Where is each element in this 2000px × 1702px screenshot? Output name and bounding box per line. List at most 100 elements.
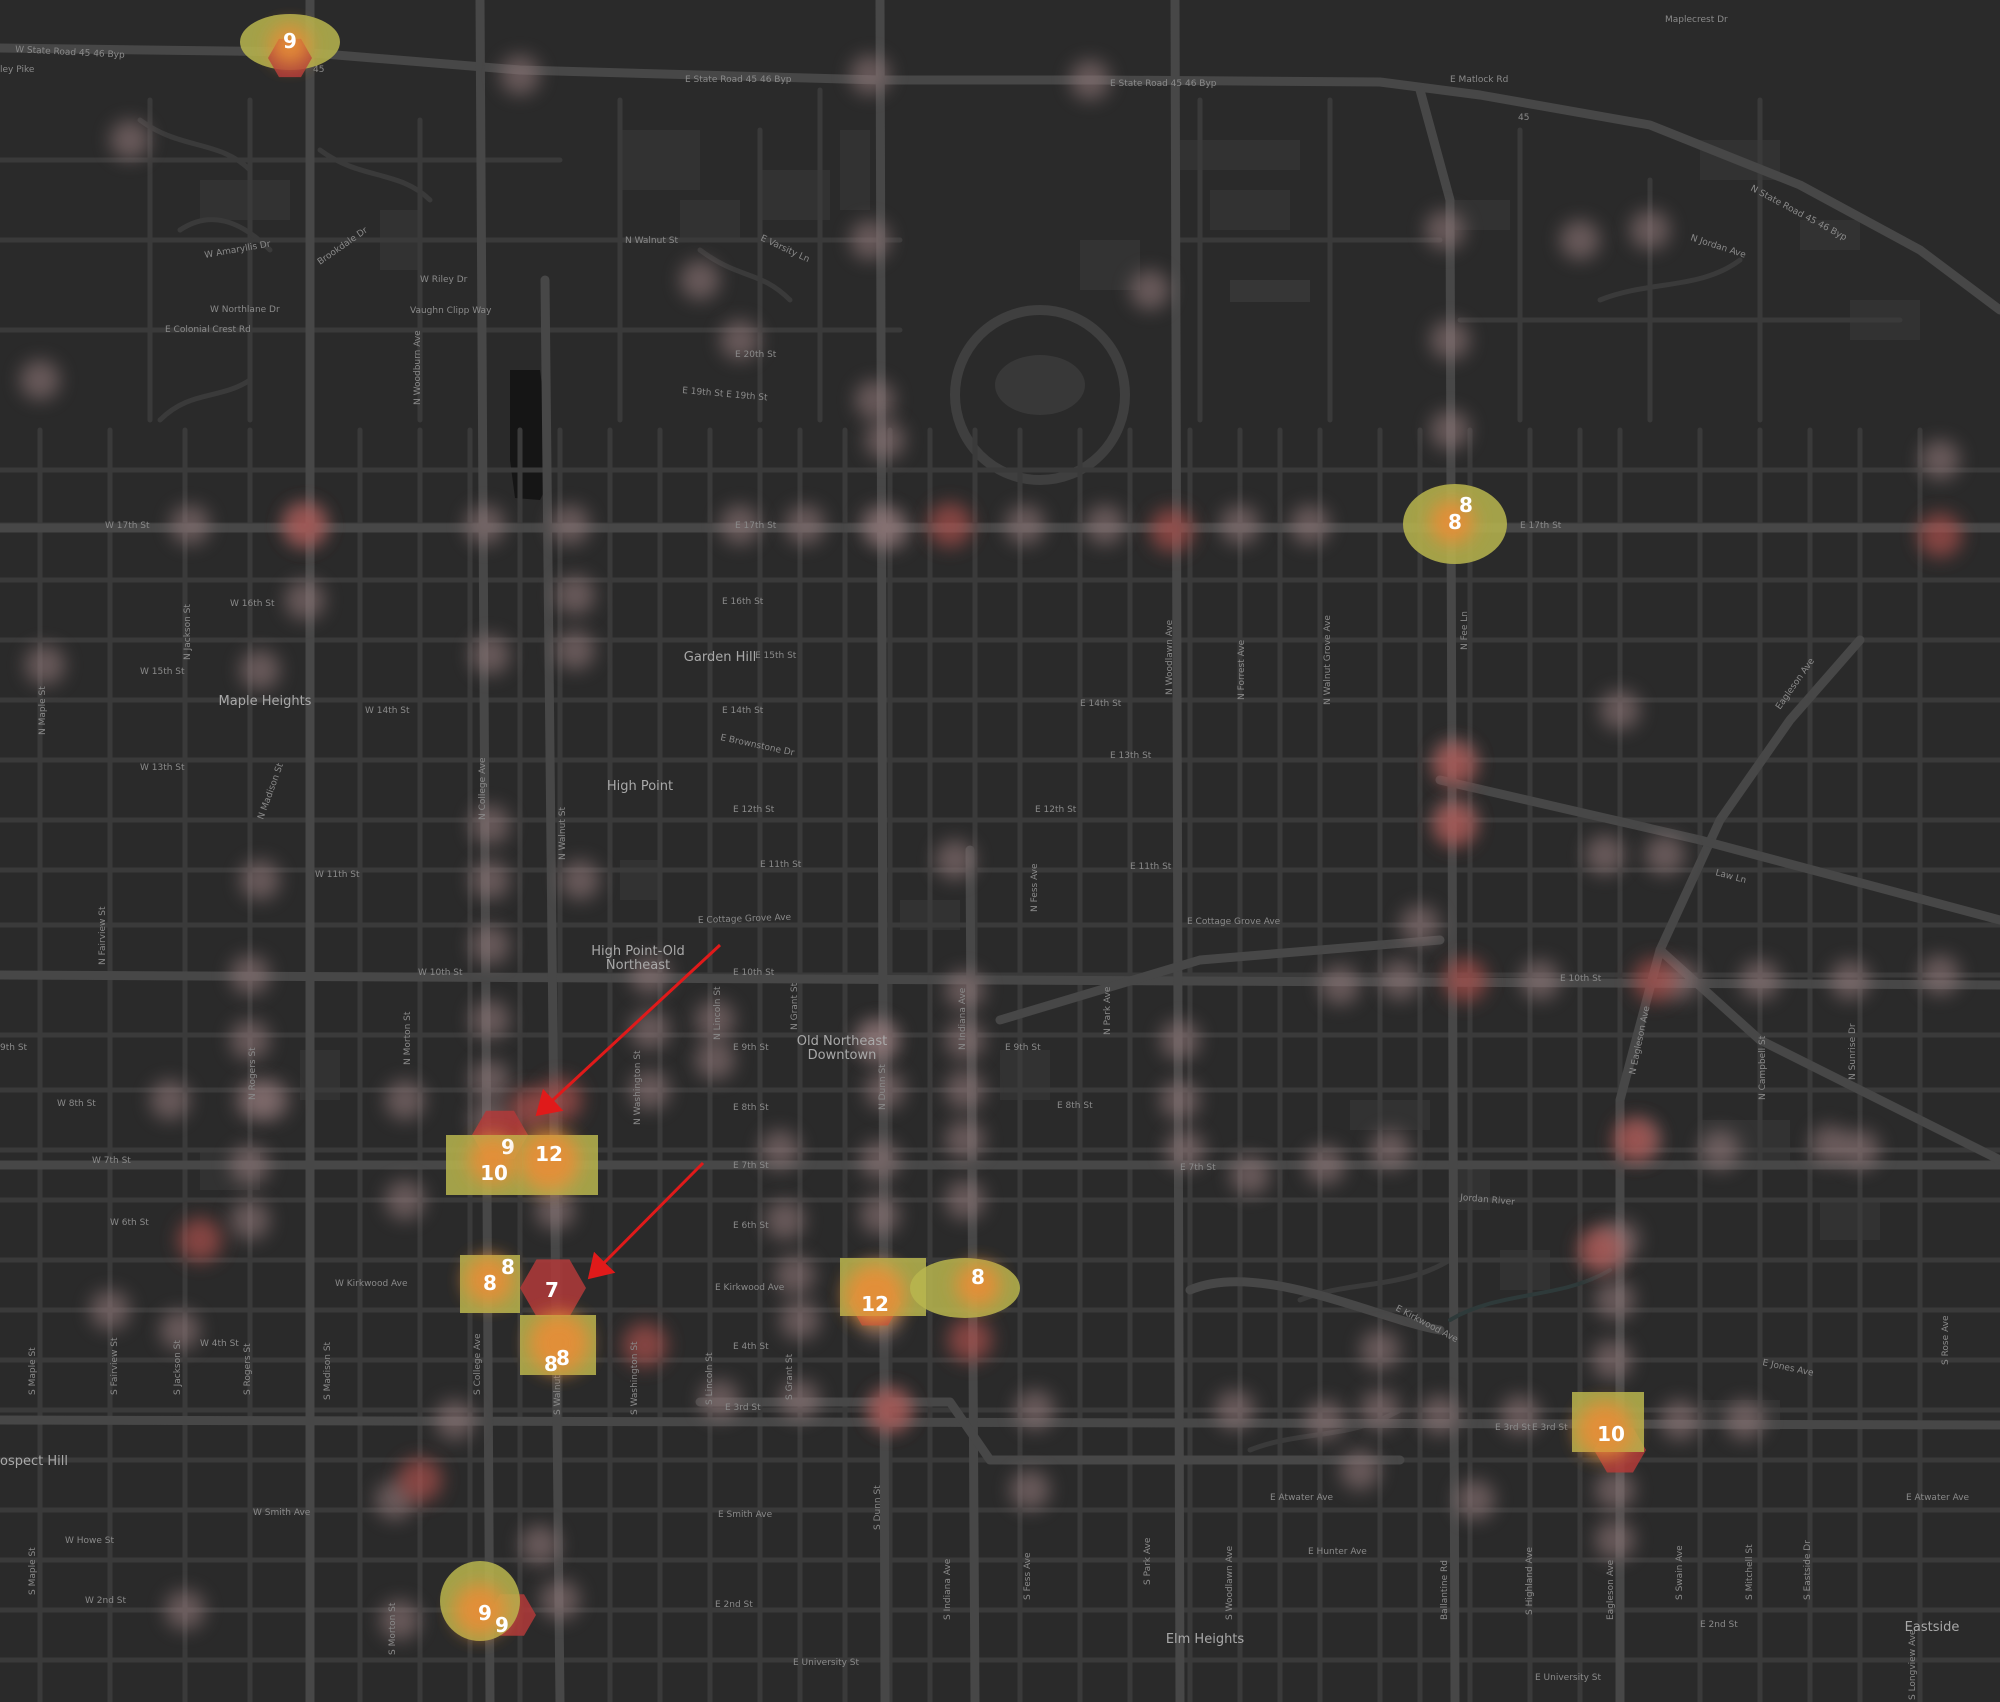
street-label-e-9th-st: E 9th St xyxy=(733,1043,769,1053)
heat-glow xyxy=(560,860,600,900)
street-label-s-madison-st: S Madison St xyxy=(323,1341,333,1400)
heat-glow xyxy=(435,1400,475,1440)
cluster-count: 10 xyxy=(480,1161,508,1185)
street-label-w-smith-ave: W Smith Ave xyxy=(253,1508,311,1518)
heat-glow xyxy=(555,575,595,615)
street-label-e-state-road-45-46-byp-1: E State Road 45 46 Byp xyxy=(685,75,792,85)
cluster-c4[interactable]: 12 xyxy=(519,1130,598,1195)
heat-glow xyxy=(1400,905,1440,945)
street-label-w-9th-st: 9th St xyxy=(0,1043,28,1053)
street-label-e-14th-st-2: E 14th St xyxy=(1080,699,1122,709)
heat-glow xyxy=(945,1120,985,1160)
street-label-e-smith-ave: E Smith Ave xyxy=(718,1510,773,1520)
heat-glow xyxy=(110,120,150,160)
heat-glow-hot xyxy=(1433,803,1477,847)
heat-glow xyxy=(240,650,280,690)
street-label-e-kirkwood-ave: E Kirkwood Ave xyxy=(715,1283,785,1293)
heat-glow-hot xyxy=(1578,1228,1622,1272)
heat-glow xyxy=(1600,690,1640,730)
cluster-c2[interactable]: 88 xyxy=(1403,484,1507,564)
heat-glow xyxy=(1320,965,1360,1005)
street-label-e-17th-st-2: E 17th St xyxy=(1520,521,1562,531)
heat-glow xyxy=(1920,955,1960,995)
neighborhood-label-high-point: High Point xyxy=(607,779,673,794)
heat-glow-hot xyxy=(1918,513,1962,557)
heat-glow xyxy=(1360,1330,1400,1370)
cluster-count: 9 xyxy=(283,29,297,53)
street-label-s-woodlawn-ave: S Woodlawn Ave xyxy=(1225,1545,1235,1620)
heat-glow xyxy=(1070,60,1110,100)
cluster-c5[interactable]: 88 xyxy=(460,1255,520,1313)
street-label-e-10th-st: E 10th St xyxy=(733,968,775,978)
heat-glow xyxy=(1085,505,1125,545)
street-label-s-mitchell-st: S Mitchell St xyxy=(1745,1544,1755,1600)
street-label-w-kirkwood-ave: W Kirkwood Ave xyxy=(335,1279,408,1289)
street-label-e-8th-st-2: E 8th St xyxy=(1057,1101,1093,1111)
street-label-w-2nd-st: W 2nd St xyxy=(85,1596,126,1606)
heat-glow xyxy=(1725,1400,1765,1440)
heat-glow xyxy=(1420,1395,1460,1435)
street-label-e-matlock-rd: E Matlock Rd xyxy=(1450,75,1508,85)
heat-glow xyxy=(1340,1450,1380,1490)
street-label-s-college-ave: S College Ave xyxy=(473,1333,483,1395)
street-label-e-3rd-st-2: E 3rd St xyxy=(1495,1423,1531,1433)
street-label-e-colonial-crest-rd: E Colonial Crest Rd xyxy=(165,325,251,335)
cluster-count: 8 xyxy=(556,1346,570,1370)
street-label-e-6th-st: E 6th St xyxy=(733,1221,769,1231)
street-label-s-highland-ave: S Highland Ave xyxy=(1525,1546,1535,1615)
cluster-c9[interactable]: 8 xyxy=(910,1258,1020,1318)
neighborhood-label-garden-hill: Garden Hill xyxy=(684,650,756,665)
heat-glow xyxy=(465,505,505,545)
heat-glow xyxy=(1290,505,1330,545)
heat-glow xyxy=(860,1195,900,1235)
heat-glow xyxy=(865,420,905,460)
street-label-n-dunn-st: N Dunn St xyxy=(878,1064,888,1110)
street-label-e-14th-st: E 14th St xyxy=(722,706,764,716)
heat-glow-hot xyxy=(283,503,327,547)
heat-glow-hot xyxy=(928,503,972,547)
street-label-s-indiana-ave: S Indiana Ave xyxy=(943,1558,953,1620)
heat-glow xyxy=(230,955,270,995)
neighborhood-label-eastside: Eastside xyxy=(1905,1620,1960,1635)
heat-glow xyxy=(1360,1390,1400,1430)
heat-glow xyxy=(945,1180,985,1220)
cluster-c7[interactable]: 88 xyxy=(520,1313,596,1376)
street-label-e-12th-st-2: E 12th St xyxy=(1035,805,1077,815)
street-label-n-forrest-ave: N Forrest Ave xyxy=(1237,639,1247,700)
heat-glow xyxy=(1455,1480,1495,1520)
cluster-count: 12 xyxy=(535,1142,563,1166)
street-label-s-eastside-dr: S Eastside Dr xyxy=(1803,1540,1813,1600)
heat-glow xyxy=(860,1140,900,1180)
street-label-e-7th-st: E 7th St xyxy=(733,1161,769,1171)
street-label-s-grant-st: S Grant St xyxy=(785,1353,795,1400)
heat-glow xyxy=(1595,1520,1635,1560)
street-label-n-indiana-ave: N Indiana Ave xyxy=(958,987,968,1050)
heat-glow xyxy=(385,1080,425,1120)
street-label-longview-ave: S Longview Ave xyxy=(1908,1629,1918,1700)
heat-glow xyxy=(1215,1390,1255,1430)
street-label-road-45-shield: 45 xyxy=(313,65,324,75)
street-label-s-dunn-st: S Dunn St xyxy=(873,1485,883,1530)
street-label-e-17th-st-1: E 17th St xyxy=(735,521,777,531)
heat-glow xyxy=(90,1290,130,1330)
street-label-w-riley-dr: W Riley Dr xyxy=(420,275,468,285)
heat-glow-hot xyxy=(1443,958,1487,1002)
street-label-n-campbell-st: N Campbell St xyxy=(1758,1035,1768,1100)
street-label-n-fee-ln: N Fee Ln xyxy=(1460,611,1470,650)
street-label-s-jackson-st: S Jackson St xyxy=(173,1340,183,1395)
heat-glow xyxy=(165,1590,205,1630)
heat-glow xyxy=(470,1000,510,1040)
heat-glow xyxy=(850,220,890,260)
heat-glow xyxy=(630,1010,670,1050)
street-label-s-maple-st: S Maple St xyxy=(28,1347,38,1395)
street-label-s-swain-ave: S Swain Ave xyxy=(1675,1545,1685,1600)
heat-glow xyxy=(1305,1145,1345,1185)
map-canvas[interactable]: W State Road 45 46 Bypley PikeE State Ro… xyxy=(0,0,2000,1702)
street-label-w-7th-st: W 7th St xyxy=(92,1156,131,1166)
heat-glow xyxy=(1130,270,1170,310)
heat-glow xyxy=(1830,960,1870,1000)
neighborhood-label-old-northeast-downtown: Old Northeast xyxy=(797,1034,887,1049)
heat-glow xyxy=(680,260,720,300)
street-label-maplecrest-dr: Maplecrest Dr xyxy=(1665,15,1728,25)
street-label-w-14th-st: W 14th St xyxy=(365,706,410,716)
